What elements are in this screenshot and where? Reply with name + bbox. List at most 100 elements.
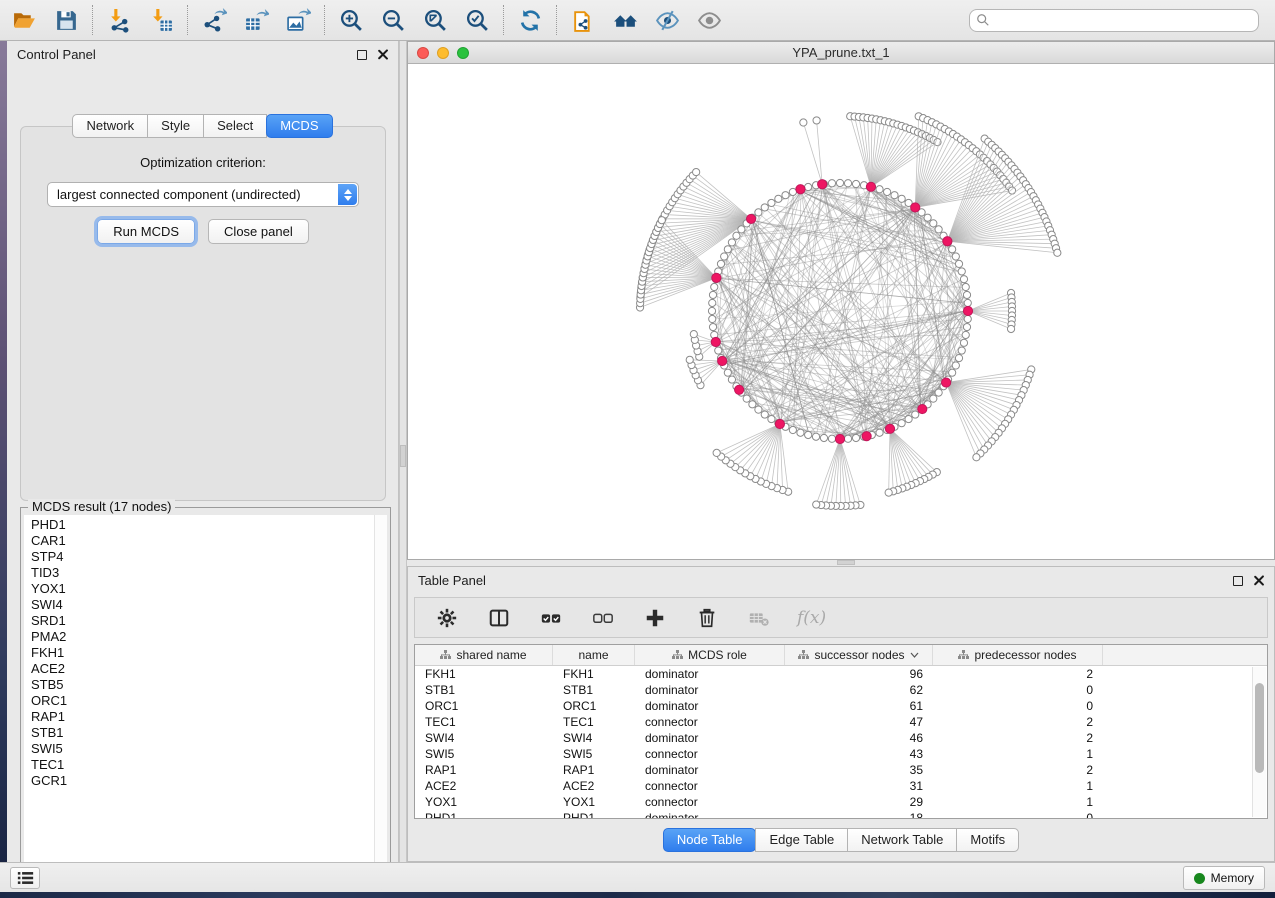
ring-node[interactable] xyxy=(962,283,969,290)
ring-node[interactable] xyxy=(805,431,812,438)
ring-node[interactable] xyxy=(721,253,728,260)
network-window-titlebar[interactable]: YPA_prune.txt_1 xyxy=(408,42,1274,64)
ring-node[interactable] xyxy=(805,183,812,190)
mcds-hub-node[interactable] xyxy=(735,385,744,394)
ring-node[interactable] xyxy=(952,253,959,260)
table-row[interactable]: RAP1RAP1dominator352 xyxy=(415,762,1267,778)
ring-node[interactable] xyxy=(717,260,724,267)
run-mcds-button[interactable]: Run MCDS xyxy=(97,219,195,244)
ring-node[interactable] xyxy=(852,434,859,441)
mcds-hub-node[interactable] xyxy=(943,237,952,246)
list-item[interactable]: RAP1 xyxy=(31,709,374,725)
table-row[interactable]: PHD1PHD1dominator180 xyxy=(415,810,1267,819)
import-network-button[interactable] xyxy=(105,6,133,34)
ring-node[interactable] xyxy=(708,307,715,314)
mcds-hub-node[interactable] xyxy=(942,378,951,387)
ring-node[interactable] xyxy=(733,232,740,239)
create-column-button[interactable] xyxy=(641,604,669,632)
mcds-hub-node[interactable] xyxy=(796,185,805,194)
leaf-node[interactable] xyxy=(813,501,820,508)
leaf-node[interactable] xyxy=(693,168,700,175)
show-details-button[interactable] xyxy=(695,6,723,34)
ring-node[interactable] xyxy=(782,192,789,199)
mcds-hub-node[interactable] xyxy=(746,214,755,223)
ring-node[interactable] xyxy=(749,401,756,408)
ring-node[interactable] xyxy=(743,395,750,402)
ring-node[interactable] xyxy=(709,315,716,322)
scrollbar-thumb[interactable] xyxy=(1255,683,1264,773)
leaf-node[interactable] xyxy=(973,454,980,461)
splitter-handle[interactable] xyxy=(837,560,855,565)
ring-node[interactable] xyxy=(715,347,722,354)
column-header[interactable]: successor nodes xyxy=(785,645,933,665)
ring-node[interactable] xyxy=(711,283,718,290)
mcds-hub-node[interactable] xyxy=(775,419,784,428)
ring-node[interactable] xyxy=(955,355,962,362)
ring-node[interactable] xyxy=(844,435,851,442)
ring-node[interactable] xyxy=(935,389,942,396)
leaf-node[interactable] xyxy=(713,449,720,456)
tab-network-table[interactable]: Network Table xyxy=(847,828,957,852)
leaf-node[interactable] xyxy=(690,331,697,338)
ring-node[interactable] xyxy=(958,347,965,354)
mcds-hub-node[interactable] xyxy=(918,404,927,413)
ring-node[interactable] xyxy=(898,195,905,202)
mcds-hub-node[interactable] xyxy=(818,180,827,189)
ring-node[interactable] xyxy=(768,199,775,206)
ring-node[interactable] xyxy=(820,434,827,441)
table-scrollbar[interactable] xyxy=(1252,667,1266,817)
mcds-hub-node[interactable] xyxy=(885,424,894,433)
leaf-node[interactable] xyxy=(885,489,892,496)
list-item[interactable]: PMA2 xyxy=(31,629,374,645)
memory-button[interactable]: Memory xyxy=(1183,866,1265,890)
list-item[interactable]: SRD1 xyxy=(31,613,374,629)
ring-node[interactable] xyxy=(728,239,735,246)
export-table-button[interactable] xyxy=(242,6,270,34)
ring-node[interactable] xyxy=(963,291,970,298)
splitter-handle[interactable] xyxy=(400,445,406,467)
list-item[interactable]: CAR1 xyxy=(31,533,374,549)
zoom-in-button[interactable] xyxy=(337,6,365,34)
ring-node[interactable] xyxy=(761,411,768,418)
column-header[interactable]: predecessor nodes xyxy=(933,645,1103,665)
ring-node[interactable] xyxy=(924,214,931,221)
mcds-hub-node[interactable] xyxy=(911,203,920,212)
float-window-icon[interactable] xyxy=(1233,576,1243,586)
mcds-hub-node[interactable] xyxy=(835,434,844,443)
ring-node[interactable] xyxy=(960,276,967,283)
mcds-list-scrollbar[interactable] xyxy=(374,515,387,875)
list-item[interactable]: SWI5 xyxy=(31,741,374,757)
ring-node[interactable] xyxy=(960,339,967,346)
list-item[interactable]: ORC1 xyxy=(31,693,374,709)
ring-node[interactable] xyxy=(724,369,731,376)
homes-button[interactable] xyxy=(611,6,639,34)
network-graph[interactable] xyxy=(408,64,1274,561)
leaf-node[interactable] xyxy=(813,117,820,124)
ring-node[interactable] xyxy=(852,180,859,187)
column-header[interactable]: name xyxy=(553,645,635,665)
zoom-selected-button[interactable] xyxy=(463,6,491,34)
tab-mcds[interactable]: MCDS xyxy=(266,114,332,138)
unselect-all-button[interactable] xyxy=(589,604,617,632)
export-network-button[interactable] xyxy=(200,6,228,34)
hide-details-button[interactable] xyxy=(653,6,681,34)
leaf-node[interactable] xyxy=(658,217,665,224)
mcds-result-list[interactable]: PHD1CAR1STP4TID3YOX1SWI4SRD1PMA2FKH1ACE2… xyxy=(24,515,374,875)
function-builder-button[interactable]: f(x) xyxy=(797,608,826,628)
leaf-node[interactable] xyxy=(1008,187,1015,194)
network-canvas[interactable] xyxy=(408,64,1274,559)
mcds-hub-node[interactable] xyxy=(963,306,972,315)
leaf-node[interactable] xyxy=(800,119,807,126)
list-item[interactable]: TID3 xyxy=(31,565,374,581)
share-document-button[interactable] xyxy=(569,6,597,34)
tab-edge-table[interactable]: Edge Table xyxy=(755,828,848,852)
ring-node[interactable] xyxy=(955,260,962,267)
column-header[interactable]: MCDS role xyxy=(635,645,785,665)
ring-node[interactable] xyxy=(828,180,835,187)
close-panel-icon[interactable] xyxy=(377,49,388,60)
ring-node[interactable] xyxy=(935,226,942,233)
ring-node[interactable] xyxy=(905,415,912,422)
ring-node[interactable] xyxy=(898,420,905,427)
ring-node[interactable] xyxy=(891,192,898,199)
leaf-node[interactable] xyxy=(1054,249,1061,256)
